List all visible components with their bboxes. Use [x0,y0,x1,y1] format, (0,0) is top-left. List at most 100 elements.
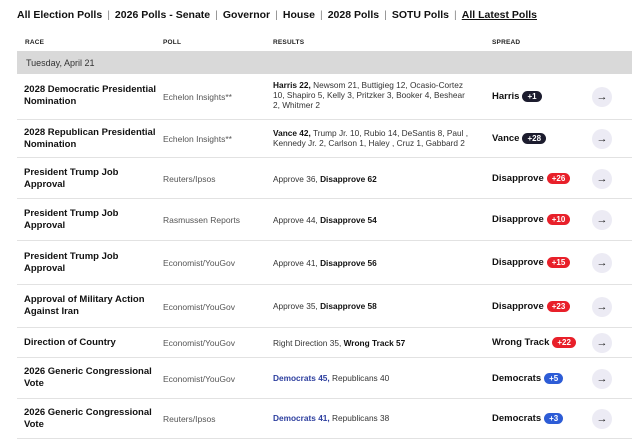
poll-results: Approve 44, Disapprove 54 [273,215,473,225]
results-leader: Wrong Track 57 [343,338,406,348]
results-leader: Disapprove 62 [320,174,377,184]
results-others: Republicans 38 [329,413,390,423]
table-row[interactable]: 2028 Democratic Presidential Nomination E… [17,74,632,120]
poll-results: Democrats 41, Republicans 38 [273,413,473,423]
poll-name: Economist/YouGov [163,338,235,348]
spread: Democrats +5 [492,372,564,384]
race-name: 2028 Republican Presidential Nomination [24,127,156,150]
spread-label: Disapprove [492,300,544,312]
poll-results: Right Direction 35, Wrong Track 57 [273,338,473,348]
table-row[interactable]: President Trump Job Approval Rasmussen Re… [17,199,632,241]
nav-2028-polls[interactable]: 2028 Polls [328,9,379,21]
nav-all-election-polls[interactable]: All Election Polls [17,9,102,21]
poll-name: Echelon Insights** [163,134,232,144]
spread: Disapprove +15 [492,257,571,268]
header-race: RACE [25,38,45,46]
results-leader: Harris 22, [273,80,311,90]
results-trailing: Approve 44, [273,215,318,225]
nav-senate[interactable]: Senate [176,9,210,21]
arrow-right-icon[interactable]: → [592,210,612,230]
race-name: President Trump Job Approval [24,251,119,274]
table-row[interactable]: 2026 Generic Congressional Vote Economist… [17,358,632,399]
arrow-right-icon[interactable]: → [592,168,612,189]
arrow-right-icon[interactable]: → [592,409,612,429]
nav-separator: | [384,9,387,21]
spread: Disapprove +10 [492,214,571,225]
spread-label: Disapprove [492,172,544,184]
nav-separator: | [215,9,218,21]
arrow-right-icon[interactable]: → [592,253,612,273]
nav-2026-polls[interactable]: 2026 Polls - [115,9,173,21]
table-row[interactable]: Direction of Country Economist/YouGov Righ… [17,328,632,358]
spread-badge: +26 [546,172,571,184]
poll-results: Approve 35, Disapprove 58 [273,301,473,311]
nav-separator: | [275,9,278,21]
table-row[interactable]: 2028 Republican Presidential Nomination E… [17,120,632,158]
table-header: RACE POLL RESULTS SPREAD [17,34,632,50]
table-row[interactable]: Approval of Military Action Against Iran… [17,285,632,328]
spread-badge: +5 [544,372,564,384]
poll-name: Echelon Insights** [163,92,232,102]
results-leader: Disapprove 56 [320,258,377,268]
spread-badge: +23 [546,300,571,312]
race-name: 2026 Generic Congressional Vote [24,407,152,430]
spread-label: Harris [492,91,520,102]
spread-label: Disapprove [492,257,544,268]
nav-sotu-polls[interactable]: SOTU Polls [392,9,449,21]
poll-name: Economist/YouGov [163,301,235,312]
results-leader: Disapprove 58 [320,301,377,311]
race-name: President Trump Job Approval [24,208,119,231]
spread-label: Disapprove [492,214,544,225]
results-leader: Democrats 41, [273,413,330,423]
date-row: Tuesday, April 21 [17,51,632,74]
nav-house[interactable]: House [283,9,315,21]
spread-label: Democrats [492,372,542,384]
table-row[interactable]: President Trump Job Approval Economist/Yo… [17,241,632,285]
poll-results: Vance 42, Trump Jr. 10, Rubio 14, DeSant… [273,128,473,148]
poll-results: Approve 41, Disapprove 56 [273,258,473,268]
poll-results: Harris 22, Newsom 21, Buttigieg 12, Ocas… [273,80,473,110]
arrow-right-icon[interactable]: → [592,129,612,149]
spread-badge: +10 [546,214,571,225]
nav-separator: | [454,9,457,21]
poll-results: Democrats 45, Republicans 40 [273,373,473,383]
race-name: Approval of Military Action Against Iran [24,294,145,317]
spread: Harris +1 [492,91,542,102]
table-row[interactable]: President Trump Job Approval Reuters/Ipso… [17,158,632,199]
spread-label: Wrong Track [492,337,550,348]
spread-label: Vance [492,133,520,144]
spread-badge: +3 [544,413,564,424]
polls-table: RACE POLL RESULTS SPREAD Tuesday, April … [17,34,632,439]
spread: Disapprove +26 [492,172,571,184]
arrow-right-icon[interactable]: → [592,333,612,353]
race-name: President Trump Job Approval [24,167,119,190]
spread-badge: +1 [522,91,542,102]
spread-badge: +22 [552,337,576,348]
nav-separator: | [319,9,323,21]
spread-badge: +15 [546,257,571,268]
poll-name: Rasmussen Reports [163,215,241,225]
header-spread: SPREAD [492,38,521,46]
poll-results: Approve 36, Disapprove 62 [273,174,473,184]
results-leader: Vance 42, [273,128,311,138]
date-label: Tuesday, April 21 [26,57,95,68]
arrow-right-icon[interactable]: → [592,296,612,317]
poll-name: Economist/YouGov [163,373,235,384]
poll-name: Reuters/Ipsos [163,173,216,184]
header-poll: POLL [163,38,182,46]
results-leader: Disapprove 54 [320,215,377,225]
results-trailing: Approve 35, [273,301,318,311]
spread-label: Democrats [492,413,542,424]
results-trailing: Right Direction 35, [273,338,342,348]
nav-all-latest-polls[interactable]: All Latest Polls [462,9,537,21]
spread: Democrats +3 [492,413,564,424]
arrow-right-icon[interactable]: → [592,368,612,389]
spread: Wrong Track +22 [492,337,576,348]
poll-nav: All Election Polls | 2026 Polls - Senate |… [17,8,537,22]
nav-separator: | [107,9,110,21]
nav-governor[interactable]: Governor [223,9,270,21]
arrow-right-icon[interactable]: → [592,87,612,107]
poll-name: Reuters/Ipsos [163,414,216,424]
table-row[interactable]: 2026 Generic Congressional Vote Reuters/I… [17,399,632,439]
race-name: Direction of Country [24,337,116,348]
